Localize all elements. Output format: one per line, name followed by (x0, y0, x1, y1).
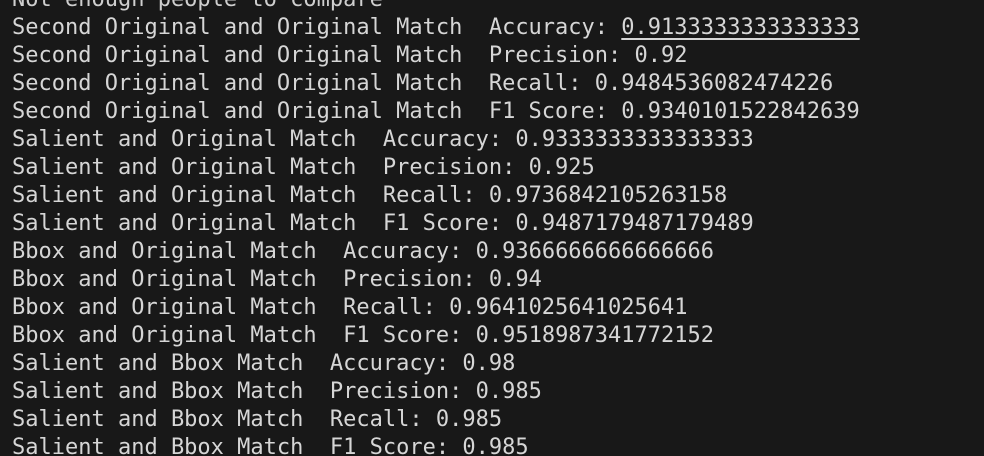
terminal-line: Second Original and Original Match Recal… (12, 70, 860, 98)
terminal-line: Salient and Original Match F1 Score: 0.9… (12, 210, 860, 238)
metric-value: 0.9484536082474226 (594, 71, 834, 96)
terminal-line: Bbox and Original Match Recall: 0.964102… (12, 294, 860, 322)
metric-label: Salient and Original Match Accuracy: (12, 127, 516, 152)
terminal-line: Second Original and Original Match Accur… (12, 14, 860, 42)
metric-label: Salient and Bbox Match Precision: (12, 379, 476, 404)
metric-value: 0.9736842105263158 (488, 183, 728, 208)
metric-label: Salient and Bbox Match F1 Score: (12, 435, 463, 456)
metric-value: 0.9333333333333333 (515, 127, 754, 152)
metric-label: Second Original and Original Match Preci… (12, 43, 635, 68)
terminal-line-header: Not enough people to compare (12, 0, 860, 14)
terminal-line: Bbox and Original Match Precision: 0.94 (12, 266, 860, 294)
metric-label: Salient and Bbox Match Recall: (12, 407, 436, 432)
metric-label: Salient and Bbox Match Accuracy: (12, 351, 463, 376)
metric-label: Second Original and Original Match Recal… (12, 71, 595, 96)
metric-value: 0.98 (462, 351, 516, 376)
metric-value: 0.9366666666666666 (475, 239, 715, 264)
terminal-line: Salient and Bbox Match Accuracy: 0.98 (12, 350, 860, 378)
terminal-line: Salient and Original Match Recall: 0.973… (12, 182, 860, 210)
metric-label: Salient and Original Match Recall: (12, 183, 489, 208)
metric-value: 0.9487179487179489 (515, 211, 754, 236)
terminal-line: Salient and Bbox Match Recall: 0.985 (12, 406, 860, 434)
metric-label: Second Original and Original Match Accur… (12, 15, 622, 40)
terminal-line: Salient and Original Match Precision: 0.… (12, 154, 860, 182)
terminal-line: Second Original and Original Match Preci… (12, 42, 860, 70)
metric-label: Bbox and Original Match Recall: (12, 295, 450, 320)
terminal-line: Salient and Bbox Match F1 Score: 0.985 (12, 434, 860, 456)
metric-value: 0.985 (462, 435, 529, 456)
terminal-line: Bbox and Original Match F1 Score: 0.9518… (12, 322, 860, 350)
metric-label: Bbox and Original Match F1 Score: (12, 323, 476, 348)
metric-value: 0.925 (528, 155, 595, 180)
metric-value: 0.985 (435, 407, 503, 432)
metric-value: 0.9133333333333333 (621, 15, 860, 40)
terminal-line: Second Original and Original Match F1 Sc… (12, 98, 860, 126)
terminal-output[interactable]: Not enough people to compare Second Orig… (0, 0, 984, 456)
terminal-line: Salient and Original Match Accuracy: 0.9… (12, 126, 860, 154)
metric-value: 0.94 (488, 267, 542, 292)
metric-label: Salient and Original Match Precision: (12, 155, 529, 180)
metric-label: Bbox and Original Match Precision: (12, 267, 489, 292)
terminal-lines: Not enough people to compare Second Orig… (12, 0, 860, 456)
metric-label: Second Original and Original Match F1 Sc… (12, 99, 622, 124)
metric-value: 0.92 (634, 43, 688, 68)
terminal-line: Bbox and Original Match Accuracy: 0.9366… (12, 238, 860, 266)
metric-label: Bbox and Original Match Accuracy: (12, 239, 476, 264)
terminal-line: Salient and Bbox Match Precision: 0.985 (12, 378, 860, 406)
metric-value: 0.9518987341772152 (475, 323, 715, 348)
metric-value: 0.985 (475, 379, 542, 404)
metric-label: Salient and Original Match F1 Score: (12, 211, 516, 236)
metric-value: 0.9340101522842639 (621, 99, 860, 124)
metric-value: 0.9641025641025641 (449, 295, 688, 320)
